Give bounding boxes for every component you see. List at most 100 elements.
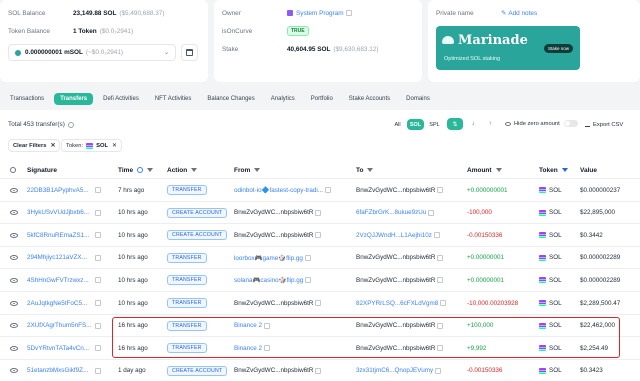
filter-icon[interactable] xyxy=(495,168,502,172)
to-address[interactable]: 6faFZbrGrK...8ukue9zUu xyxy=(356,209,426,216)
from-address[interactable]: Binance 2 xyxy=(234,345,262,352)
col-amount[interactable]: Amount xyxy=(467,167,502,174)
eye-icon[interactable] xyxy=(10,255,18,261)
eye-icon[interactable] xyxy=(10,345,18,351)
from-address[interactable]: solana🎮casino🎲flip.gg xyxy=(234,276,303,284)
from-address[interactable]: BnwZvGydWC...nbpsbiw6tR xyxy=(234,367,313,374)
to-address[interactable]: BnwZvGydWC...nbpsbiw6tR xyxy=(356,322,435,329)
copy-icon[interactable] xyxy=(440,300,447,306)
sort-toggle-icon[interactable]: ⇅ xyxy=(447,118,463,130)
copy-icon[interactable] xyxy=(433,232,440,239)
copy-icon[interactable] xyxy=(315,367,322,374)
from-address[interactable]: BnwZvGydWC...nbpsbiw6tR xyxy=(234,300,313,307)
token-cell[interactable]: SOL xyxy=(549,209,562,216)
signature-link[interactable]: 5kfC8RnuREmaZS1... xyxy=(27,232,89,239)
from-address[interactable]: odinbot-io🔷fastest-copy-tradi... xyxy=(234,186,323,194)
eye-icon[interactable] xyxy=(10,300,18,306)
from-address[interactable]: Binance 2 xyxy=(234,322,262,329)
copy-icon[interactable] xyxy=(264,322,271,329)
copy-icon[interactable] xyxy=(435,367,442,374)
token-cell[interactable]: SOL xyxy=(549,254,562,261)
copy-icon[interactable] xyxy=(95,300,101,306)
tab-analytics[interactable]: Analytics xyxy=(265,93,301,105)
tab-transfers[interactable]: Transfers xyxy=(54,93,94,105)
signature-link[interactable]: 2AuJqtkgNe5tFoC5... xyxy=(27,300,87,307)
copy-icon[interactable] xyxy=(95,187,101,193)
token-cell[interactable]: SOL xyxy=(549,187,562,194)
tab-balance-changes[interactable]: Balance Changes xyxy=(201,93,260,105)
copy-icon[interactable] xyxy=(437,345,444,352)
copy-icon[interactable] xyxy=(437,187,444,193)
hide-zero-toggle[interactable]: Hide zero amount xyxy=(505,120,578,127)
copy-icon[interactable] xyxy=(95,322,101,329)
export-csv-button[interactable]: Export CSV xyxy=(585,118,623,131)
signature-link[interactable]: 294Mhjiyc121aVZX... xyxy=(27,254,87,261)
copy-icon[interactable] xyxy=(95,277,101,284)
seg-spl[interactable]: SPL xyxy=(426,119,443,130)
token-cell[interactable]: SOL xyxy=(549,300,562,307)
seg-all[interactable]: All xyxy=(390,119,405,130)
copy-icon[interactable] xyxy=(95,345,101,352)
token-cell[interactable]: SOL xyxy=(549,277,562,284)
col-time[interactable]: Time xyxy=(118,167,154,174)
eye-icon[interactable] xyxy=(10,368,18,374)
tab-stake-accounts[interactable]: Stake Accounts xyxy=(343,93,396,105)
to-address[interactable]: BnwZvGydWC...nbpsbiw6tR xyxy=(356,277,435,284)
copy-icon[interactable] xyxy=(315,232,322,239)
eye-icon[interactable] xyxy=(10,210,18,216)
copy-icon[interactable] xyxy=(95,254,101,261)
filter-icon[interactable] xyxy=(561,168,568,172)
tab-transactions[interactable]: Transactions xyxy=(4,93,50,105)
copy-icon[interactable] xyxy=(304,254,311,261)
col-to[interactable]: To xyxy=(356,167,374,174)
seg-sol[interactable]: SOL xyxy=(407,119,424,130)
copy-icon[interactable] xyxy=(315,300,322,306)
switch[interactable] xyxy=(563,120,578,127)
signature-link[interactable]: 4ShHnGwFVTrzwxz... xyxy=(27,277,89,284)
copy-icon[interactable] xyxy=(264,345,271,352)
copy-icon[interactable] xyxy=(95,367,101,374)
to-address[interactable]: BnwZvGydWC...nbpsbiw6tR xyxy=(356,254,435,261)
filter-icon[interactable] xyxy=(147,168,154,172)
eye-icon[interactable] xyxy=(10,277,18,283)
token-cell[interactable]: SOL xyxy=(549,232,562,239)
token-cell[interactable]: SOL xyxy=(549,322,562,329)
tab-defi-activities[interactable]: Defi Activities xyxy=(97,93,145,105)
eye-icon[interactable] xyxy=(10,232,18,238)
col-from[interactable]: From xyxy=(234,167,261,174)
tab-nft-activities[interactable]: NFT Activities xyxy=(149,93,198,105)
col-token[interactable]: Token xyxy=(539,167,568,174)
marinade-banner[interactable]: Marinade Optimized SOL staking Stake now xyxy=(436,26,580,70)
signature-link[interactable]: 3HykUSvVUdJjbxb6... xyxy=(27,209,89,216)
filter-icon[interactable] xyxy=(191,168,198,172)
copy-icon[interactable] xyxy=(428,209,435,216)
token-cell[interactable]: SOL xyxy=(549,345,562,352)
to-address[interactable]: 2VzQJJWndH...L1Aejhi10z xyxy=(356,232,432,239)
arrow-down-icon[interactable]: ↓ xyxy=(466,118,480,130)
signature-link[interactable]: 22DB3B1APyphvA5... xyxy=(27,187,89,194)
copy-icon[interactable] xyxy=(437,277,444,284)
copy-icon[interactable] xyxy=(95,232,101,239)
from-address[interactable]: BnwZvGydWC...nbpsbiw6tR xyxy=(234,209,313,216)
signature-link[interactable]: 5DvYRtvnTATa4vCn... xyxy=(27,345,89,352)
copy-icon[interactable] xyxy=(345,10,352,16)
copy-icon[interactable] xyxy=(315,209,322,216)
token-filter-chip[interactable]: Token: SOL ✕ xyxy=(61,139,122,152)
owner-value-link[interactable]: System Program xyxy=(296,10,344,17)
clear-filters-chip[interactable]: Clear Filters ✕ xyxy=(8,139,61,152)
copy-icon[interactable] xyxy=(437,254,444,261)
token-select[interactable]: 0.000000001 mSOL (~$0.0₂2941) ⌄ xyxy=(8,44,176,61)
filter-icon[interactable] xyxy=(254,168,261,172)
copy-icon[interactable] xyxy=(437,322,444,329)
copy-icon[interactable] xyxy=(95,209,101,216)
calendar-button[interactable] xyxy=(181,44,198,61)
col-action[interactable]: Action xyxy=(167,167,198,174)
tab-portfolio[interactable]: Portfolio xyxy=(305,93,339,105)
to-address[interactable]: 82XPYRrLSQ...6cFXLdVgm8 xyxy=(356,300,438,307)
from-address[interactable]: loorbox🎮game🎲flip.gg xyxy=(234,254,303,262)
copy-icon[interactable] xyxy=(325,187,332,193)
from-address[interactable]: BnwZvGydWC...nbpsbiw6tR xyxy=(234,232,313,239)
token-cell[interactable]: SOL xyxy=(549,367,562,374)
filter-icon[interactable] xyxy=(367,168,374,172)
signature-link[interactable]: 51etanzbMxsGikf9Z... xyxy=(27,367,88,374)
